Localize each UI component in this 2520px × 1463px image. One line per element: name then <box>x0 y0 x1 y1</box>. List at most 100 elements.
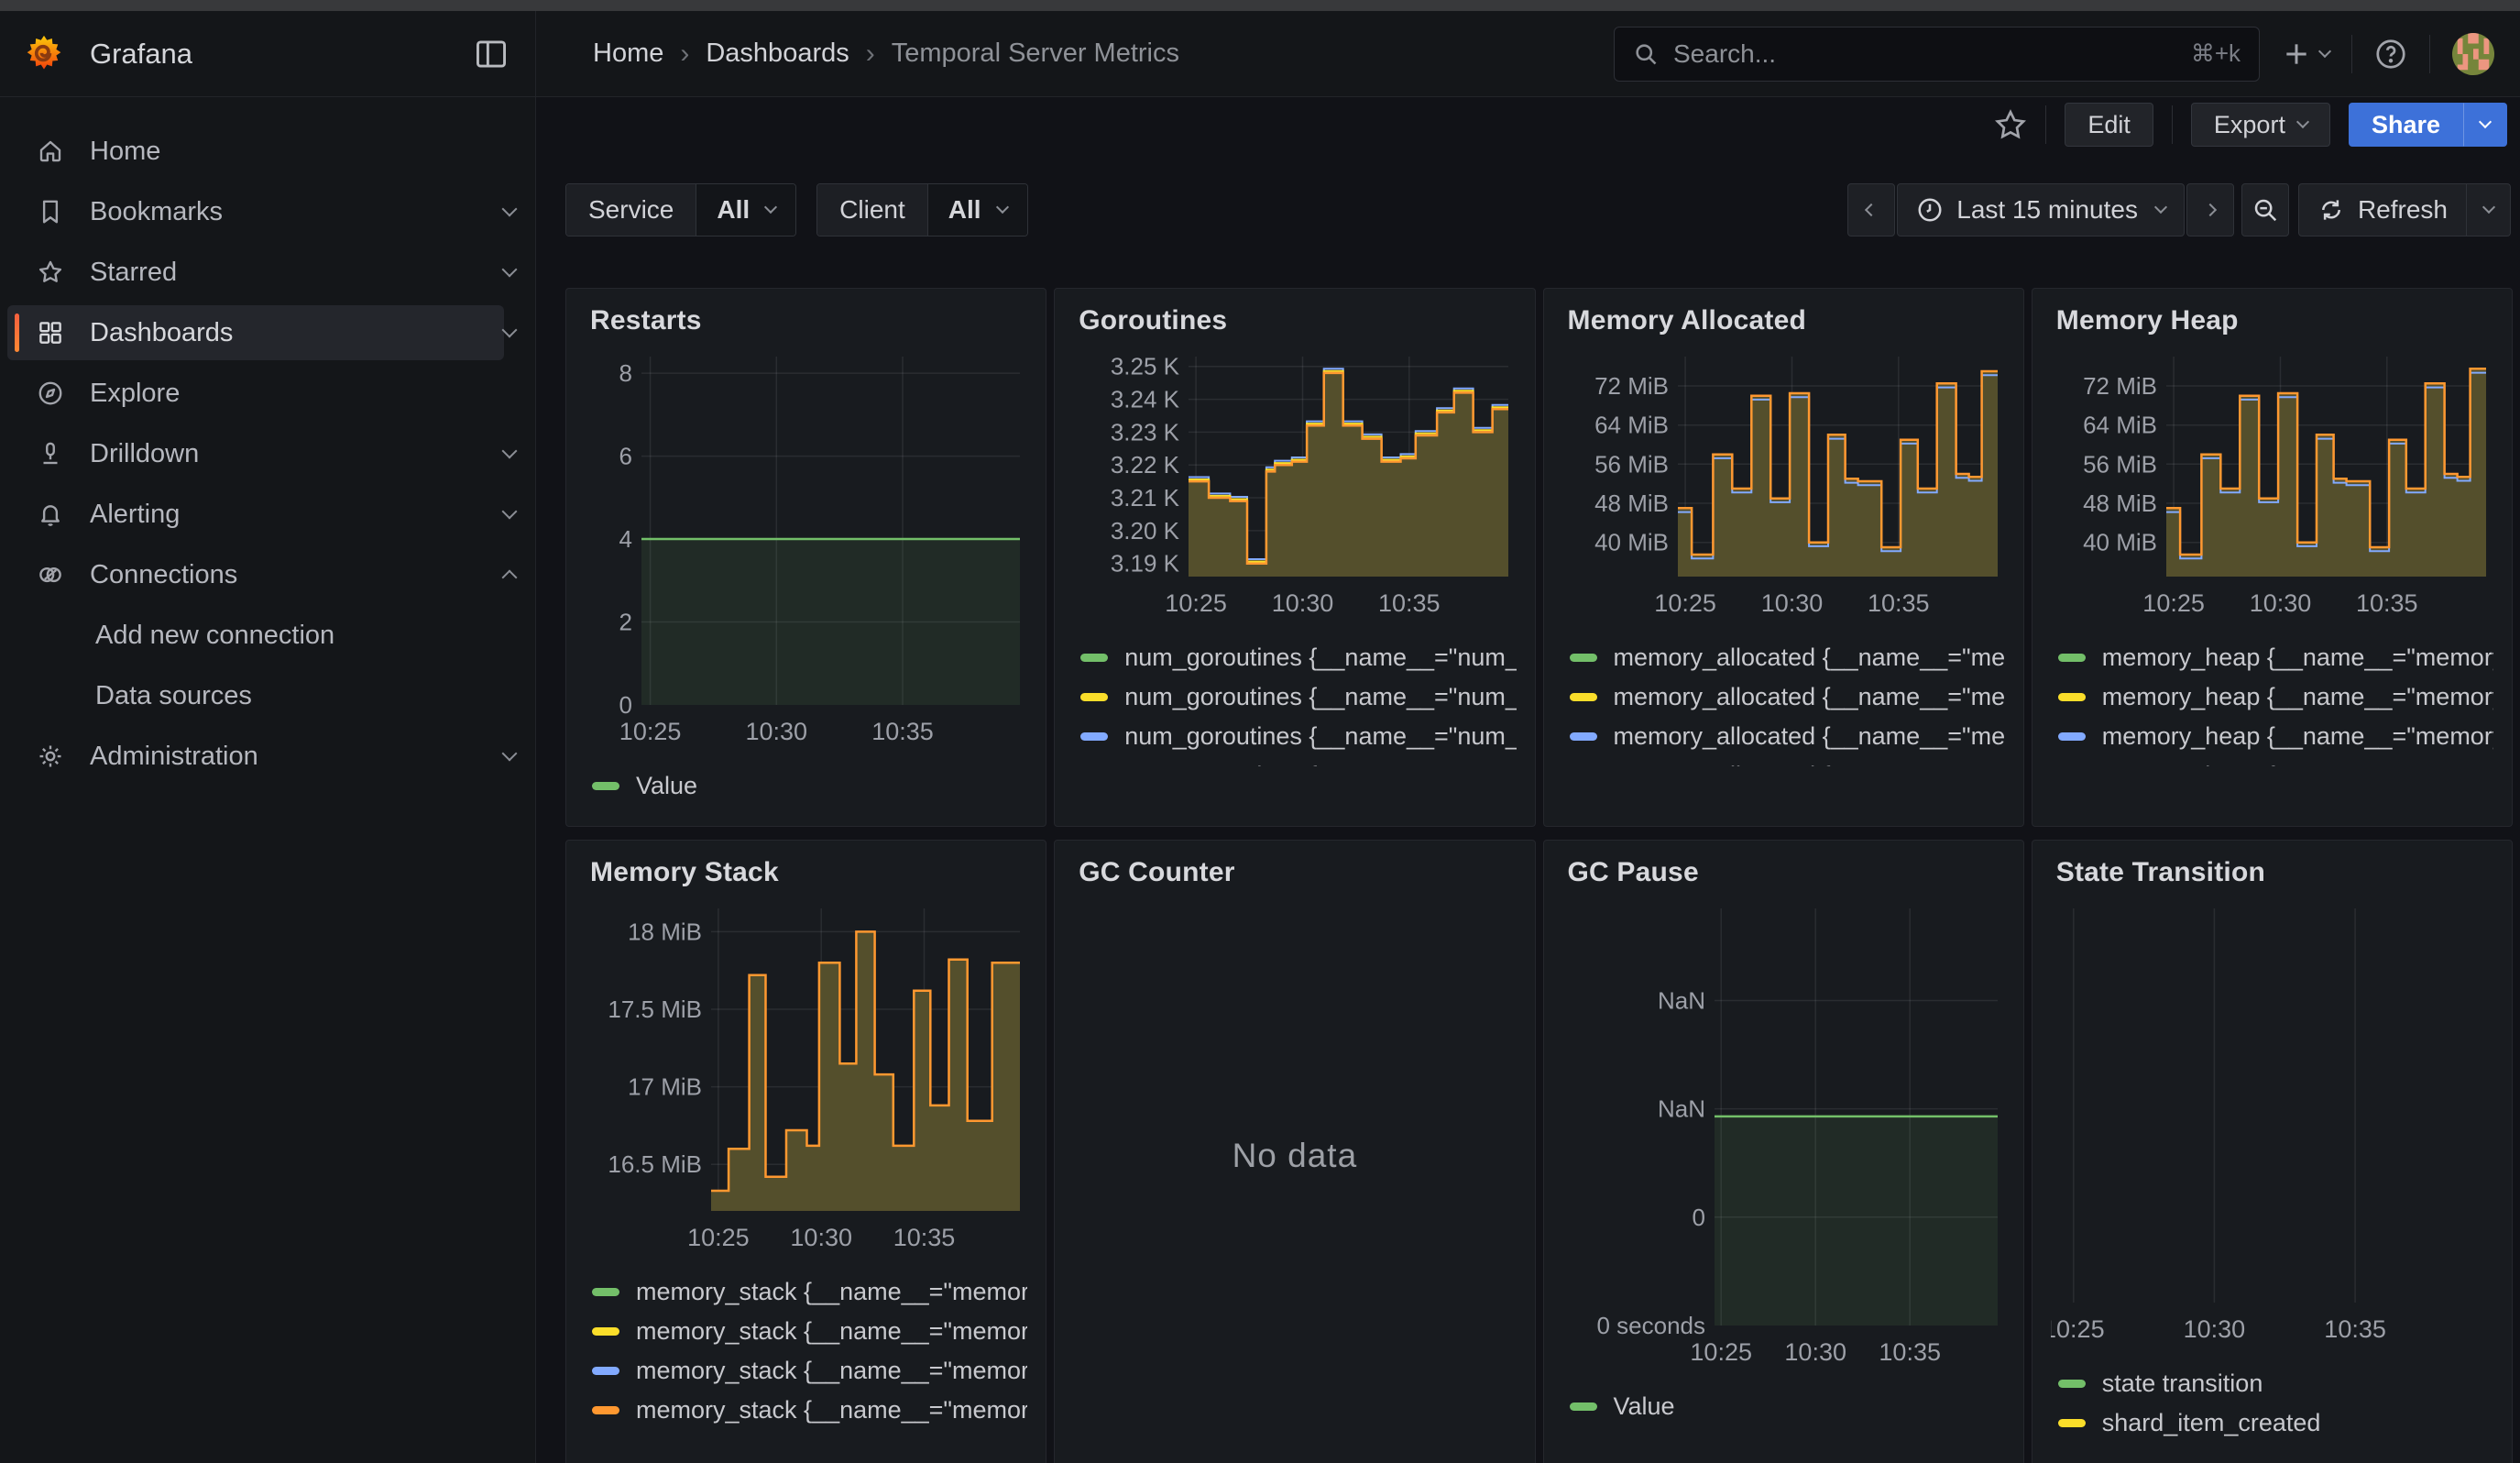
legend-item[interactable]: memory_allocated {__name__="memo <box>1562 638 2005 677</box>
sidebar-link-add-new-connection[interactable]: Add new connection <box>7 608 515 663</box>
time-range-picker[interactable]: Last 15 minutes <box>1897 183 2185 236</box>
legend-label[interactable]: num_goroutines {__name__="num_go <box>1124 683 1516 711</box>
chart-svg[interactable]: 0246810:2510:3010:35 <box>585 347 1027 749</box>
favorite-star-icon[interactable] <box>1994 108 2027 141</box>
share-menu-button[interactable] <box>2463 103 2507 147</box>
client-filter[interactable]: Client All <box>816 183 1027 236</box>
legend-item[interactable]: num_goroutines {__name__="num_go <box>1073 677 1516 717</box>
panel-title[interactable]: Memory Stack <box>590 857 1027 888</box>
chart-svg[interactable]: 16.5 MiB17 MiB17.5 MiB18 MiB10:2510:3010… <box>585 899 1027 1255</box>
chart-area[interactable]: 40 MiB48 MiB56 MiB64 MiB72 MiB10:2510:30… <box>2051 347 2493 625</box>
breadcrumb-dashboards[interactable]: Dashboards <box>706 38 849 69</box>
legend-item[interactable]: memory_allocated {__name__="memo <box>1562 677 2005 717</box>
chevron-down-icon[interactable] <box>502 323 518 338</box>
breadcrumb-home[interactable]: Home <box>593 38 663 69</box>
share-button[interactable]: Share <box>2349 103 2463 147</box>
legend-item[interactable]: num_goroutines {__name__="num_go <box>1073 717 1516 756</box>
legend-label[interactable]: num_goroutines {__name__="num_go <box>1124 722 1516 751</box>
legend-label[interactable]: num_goroutines {__name__="num_go <box>1124 644 1516 672</box>
sidebar-link-administration[interactable]: Administration <box>7 729 504 784</box>
chart-area[interactable]: 0246810:2510:3010:35 <box>585 347 1027 754</box>
chart-area[interactable]: 0 seconds0NaNNaN10:2510:3010:35 <box>1562 899 2005 1374</box>
legend-label[interactable]: num_goroutines {__name__="num_go <box>1124 762 1516 766</box>
legend-item[interactable]: memory_stack {__name__="memory_s <box>585 1272 1027 1312</box>
legend-item[interactable]: memory_heap {__name__="memory_h <box>2051 638 2493 677</box>
legend-label[interactable]: memory_heap {__name__="memory_h <box>2102 683 2493 711</box>
legend-item[interactable]: state transition <box>2051 1364 2493 1403</box>
legend-item[interactable]: memory_stack {__name__="memory_s <box>585 1312 1027 1351</box>
legend-label[interactable]: shard_item_created <box>2102 1409 2321 1437</box>
chevron-down-icon[interactable] <box>502 504 518 520</box>
legend-item[interactable]: shard_item_created <box>2051 1403 2493 1443</box>
help-button[interactable] <box>2374 38 2407 71</box>
chart-area[interactable]: 3.19 K3.20 K3.21 K3.22 K3.23 K3.24 K3.25… <box>1073 347 1516 625</box>
legend-item[interactable]: Value <box>1562 1387 2005 1426</box>
edit-button[interactable]: Edit <box>2065 103 2153 147</box>
collapse-sidebar-icon[interactable] <box>475 39 508 69</box>
time-back-button[interactable] <box>1847 183 1895 236</box>
legend-item[interactable]: memory_allocated {__name__="memo <box>1562 717 2005 756</box>
legend-label[interactable]: memory_allocated {__name__="memo <box>1614 762 2005 766</box>
legend-label[interactable]: Value <box>1614 1392 1675 1421</box>
legend-label[interactable]: memory_heap {__name__="memory_h <box>2102 644 2493 672</box>
legend-label[interactable]: memory_stack {__name__="memory_s <box>636 1317 1027 1346</box>
sidebar-link-bookmarks[interactable]: Bookmarks <box>7 184 504 239</box>
legend-item[interactable]: memory_stack {__name__="memory_s <box>585 1351 1027 1391</box>
chart-area[interactable]: 10:2510:3010:35 <box>2051 899 2493 1351</box>
service-filter-value[interactable]: All <box>696 184 795 236</box>
export-button[interactable]: Export <box>2191 103 2330 147</box>
sidebar-link-starred[interactable]: Starred <box>7 245 504 300</box>
sidebar-link-data-sources[interactable]: Data sources <box>7 668 515 723</box>
legend-label[interactable]: memory_stack {__name__="memory_s <box>636 1357 1027 1385</box>
legend-label[interactable]: memory_heap {__name__="memory_h <box>2102 762 2493 766</box>
legend-label[interactable]: memory_heap {__name__="memory_h <box>2102 722 2493 751</box>
search-input[interactable]: Search... ⌘+k <box>1614 27 2260 82</box>
legend-label[interactable]: Value <box>636 772 697 800</box>
user-avatar[interactable] <box>2452 33 2494 75</box>
legend-item[interactable]: memory_heap {__name__="memory_h <box>2051 677 2493 717</box>
chart-area[interactable]: 16.5 MiB17 MiB17.5 MiB18 MiB10:2510:3010… <box>585 899 1027 1260</box>
legend-label[interactable]: memory_allocated {__name__="memo <box>1614 683 2005 711</box>
legend-label[interactable]: memory_stack {__name__="memory_s <box>636 1396 1027 1424</box>
sidebar-link-home[interactable]: Home <box>7 124 515 179</box>
panel-title[interactable]: Memory Heap <box>2056 305 2493 336</box>
legend-item[interactable]: memory_allocated {__name__="memo <box>1562 756 2005 766</box>
zoom-out-button[interactable] <box>2241 183 2289 236</box>
chevron-down-icon[interactable] <box>502 262 518 278</box>
legend-label[interactable]: state transition <box>2102 1370 2263 1398</box>
refresh-button[interactable]: Refresh <box>2298 183 2467 236</box>
legend-label[interactable]: memory_allocated {__name__="memo <box>1614 722 2005 751</box>
chart-svg[interactable]: 0 seconds0NaNNaN10:2510:3010:35 <box>1562 899 2005 1370</box>
legend-label[interactable]: memory_allocated {__name__="memo <box>1614 644 2005 672</box>
legend-item[interactable]: memory_heap {__name__="memory_h <box>2051 756 2493 766</box>
chart-svg[interactable]: 40 MiB48 MiB56 MiB64 MiB72 MiB10:2510:30… <box>2051 347 2493 621</box>
sidebar-link-alerting[interactable]: Alerting <box>7 487 504 542</box>
chevron-down-icon[interactable] <box>502 746 518 762</box>
chart-svg[interactable]: 3.19 K3.20 K3.21 K3.22 K3.23 K3.24 K3.25… <box>1073 347 1516 621</box>
legend-item[interactable]: num_goroutines {__name__="num_go <box>1073 756 1516 766</box>
legend-item[interactable]: memory_heap {__name__="memory_h <box>2051 717 2493 756</box>
panel-title[interactable]: State Transition <box>2056 857 2493 888</box>
add-new-button[interactable] <box>2282 39 2329 69</box>
sidebar-link-connections[interactable]: Connections <box>7 547 504 602</box>
client-filter-value[interactable]: All <box>927 184 1027 236</box>
chevron-up-icon[interactable] <box>502 570 518 586</box>
legend-item[interactable]: memory_stack {__name__="memory_s <box>585 1391 1027 1430</box>
panel-title[interactable]: GC Pause <box>1568 857 2005 888</box>
legend-label[interactable]: memory_stack {__name__="memory_s <box>636 1278 1027 1306</box>
panel-title[interactable]: GC Counter <box>1079 857 1516 888</box>
panel-title[interactable]: Goroutines <box>1079 305 1516 336</box>
sidebar-link-dashboards[interactable]: Dashboards <box>7 305 504 360</box>
chart-area[interactable]: 40 MiB48 MiB56 MiB64 MiB72 MiB10:2510:30… <box>1562 347 2005 625</box>
chart-svg[interactable]: 40 MiB48 MiB56 MiB64 MiB72 MiB10:2510:30… <box>1562 347 2005 621</box>
service-filter[interactable]: Service All <box>565 183 796 236</box>
chart-svg[interactable]: 10:2510:3010:35 <box>2051 899 2493 1347</box>
sidebar-link-explore[interactable]: Explore <box>7 366 515 421</box>
chevron-down-icon[interactable] <box>502 202 518 217</box>
sidebar-link-drilldown[interactable]: Drilldown <box>7 426 504 481</box>
time-forward-button[interactable] <box>2186 183 2234 236</box>
panel-title[interactable]: Memory Allocated <box>1568 305 2005 336</box>
refresh-interval-button[interactable] <box>2467 183 2511 236</box>
legend-item[interactable]: num_goroutines {__name__="num_go <box>1073 638 1516 677</box>
chart-area[interactable]: No data <box>1073 899 1516 1413</box>
